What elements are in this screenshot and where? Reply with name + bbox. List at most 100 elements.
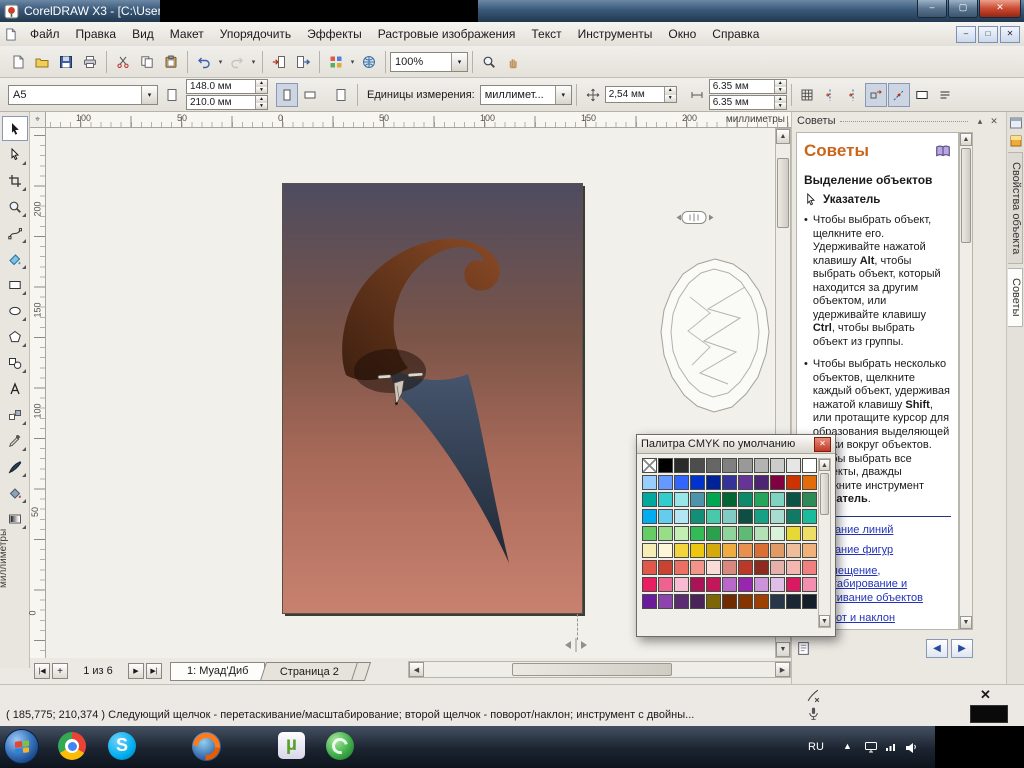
color-swatch[interactable] [658,560,673,575]
basic-shapes-tool[interactable] [2,350,28,375]
color-swatch[interactable] [690,543,705,558]
new-document-button[interactable] [6,50,30,74]
color-swatch[interactable] [706,492,721,507]
color-swatch[interactable] [802,543,817,558]
color-swatch[interactable] [786,509,801,524]
green-app-taskbar-icon[interactable] [326,732,356,762]
page-tab-2[interactable]: Страница 2 [260,662,359,681]
color-swatch[interactable] [754,543,769,558]
document-close-button[interactable]: ✕ [1000,26,1020,43]
corel-online-button[interactable] [357,50,381,74]
color-swatch[interactable] [690,560,705,575]
color-swatch[interactable] [658,577,673,592]
palette-scroll-thumb[interactable] [820,473,829,515]
paper-height-field-spinners[interactable]: ▲▼ [255,96,267,109]
color-swatch[interactable] [690,458,705,473]
color-swatch[interactable] [754,475,769,490]
display-tray-icon[interactable] [864,740,878,754]
color-swatch[interactable] [786,492,801,507]
dynamic-guides-button[interactable] [888,83,910,107]
menu-item[interactable]: Макет [162,23,212,45]
color-swatch[interactable] [674,560,689,575]
side-tab-2[interactable]: Советы [1008,268,1023,326]
next-page-button[interactable]: ▶ [128,663,144,679]
color-swatch[interactable] [786,475,801,490]
shape-tool[interactable] [2,142,28,167]
menu-item[interactable]: Эффекты [299,23,370,45]
palette-close-icon[interactable]: ✕ [814,437,831,452]
color-swatch[interactable] [738,458,753,473]
zoom-tool[interactable] [2,194,28,219]
interactive-blend-tool[interactable] [2,402,28,427]
color-swatch[interactable] [802,526,817,541]
print-button[interactable] [78,50,102,74]
paper-width-field-spinners[interactable]: ▲▼ [255,80,267,93]
copy-button[interactable] [135,50,159,74]
minimize-button[interactable]: – [917,0,947,18]
color-swatch[interactable] [706,458,721,473]
color-swatch[interactable] [658,526,673,541]
color-swatch[interactable] [706,577,721,592]
color-swatch[interactable] [690,594,705,609]
landscape-button[interactable] [299,83,321,107]
last-page-button[interactable]: ▶| [146,663,162,679]
paper-preset-combo-arrow-icon[interactable]: ▾ [141,86,157,104]
menu-item[interactable]: Правка [68,23,125,45]
docker-collapse-icon[interactable]: ▴ [973,116,987,127]
volume-tray-icon[interactable] [904,740,918,754]
color-swatch[interactable] [786,526,801,541]
paper-width-field[interactable]: 148.0 мм▲▼ [186,79,268,94]
slider-handle-marker-bottom[interactable] [562,636,590,654]
color-swatch[interactable] [674,543,689,558]
firefox-taskbar-icon[interactable] [192,732,222,762]
color-swatch[interactable] [722,577,737,592]
nudge-field[interactable]: 2,54 мм▲▼ [605,86,677,103]
color-swatch[interactable] [754,560,769,575]
scroll-thumb[interactable] [777,158,789,228]
snap-to-grid-button[interactable] [819,83,841,107]
export-button[interactable] [291,50,315,74]
palette-scrollbar[interactable]: ▲ ▼ [818,458,831,628]
docker-scrollbar[interactable]: ▲ ▼ [959,132,973,630]
paper-preset-combo[interactable]: A5▾ [8,85,158,105]
nudge-field-spinners[interactable]: ▲▼ [664,87,676,102]
ruler-origin[interactable]: ⌖ [30,112,46,128]
color-swatch[interactable] [706,594,721,609]
eyedropper-tool[interactable] [2,428,28,453]
menu-item[interactable]: Инструменты [570,23,661,45]
color-swatch[interactable] [722,526,737,541]
pan-button[interactable] [501,50,525,74]
color-swatch[interactable] [738,475,753,490]
color-swatch[interactable] [642,594,657,609]
save-button[interactable] [54,50,78,74]
color-swatch[interactable] [722,543,737,558]
color-swatch[interactable] [738,509,753,524]
zoom-combo-arrow-icon[interactable]: ▾ [451,53,467,71]
color-swatch[interactable] [738,543,753,558]
outline-tool[interactable] [2,454,28,479]
zoom-levels-button[interactable] [477,50,501,74]
treat-as-filled-button[interactable] [911,83,933,107]
menu-item[interactable]: Упорядочить [212,23,299,45]
color-swatch[interactable] [770,458,785,473]
cut-button[interactable] [111,50,135,74]
color-swatch[interactable] [674,475,689,490]
docker-scroll-up[interactable]: ▲ [960,133,972,146]
color-swatch[interactable] [786,543,801,558]
color-swatch[interactable] [706,543,721,558]
color-swatch[interactable] [770,492,785,507]
canvas-horizontal-scrollbar[interactable]: ◀ ▶ [408,661,791,678]
color-swatch[interactable] [738,577,753,592]
color-swatch[interactable] [802,509,817,524]
horizontal-ruler[interactable]: миллиметры 10050050100150200 [46,112,791,128]
add-page-button[interactable]: + [52,663,68,679]
units-combo-arrow-icon[interactable]: ▾ [555,86,571,104]
color-swatch[interactable] [722,458,737,473]
color-swatch[interactable] [674,594,689,609]
color-swatch[interactable] [754,492,769,507]
color-swatch[interactable] [690,526,705,541]
color-swatch[interactable] [786,594,801,609]
palette-titlebar[interactable]: Палитра CMYK по умолчанию ✕ [637,435,835,454]
color-swatch[interactable] [722,492,737,507]
duplicate-y-field-spinners[interactable]: ▲▼ [774,96,786,109]
